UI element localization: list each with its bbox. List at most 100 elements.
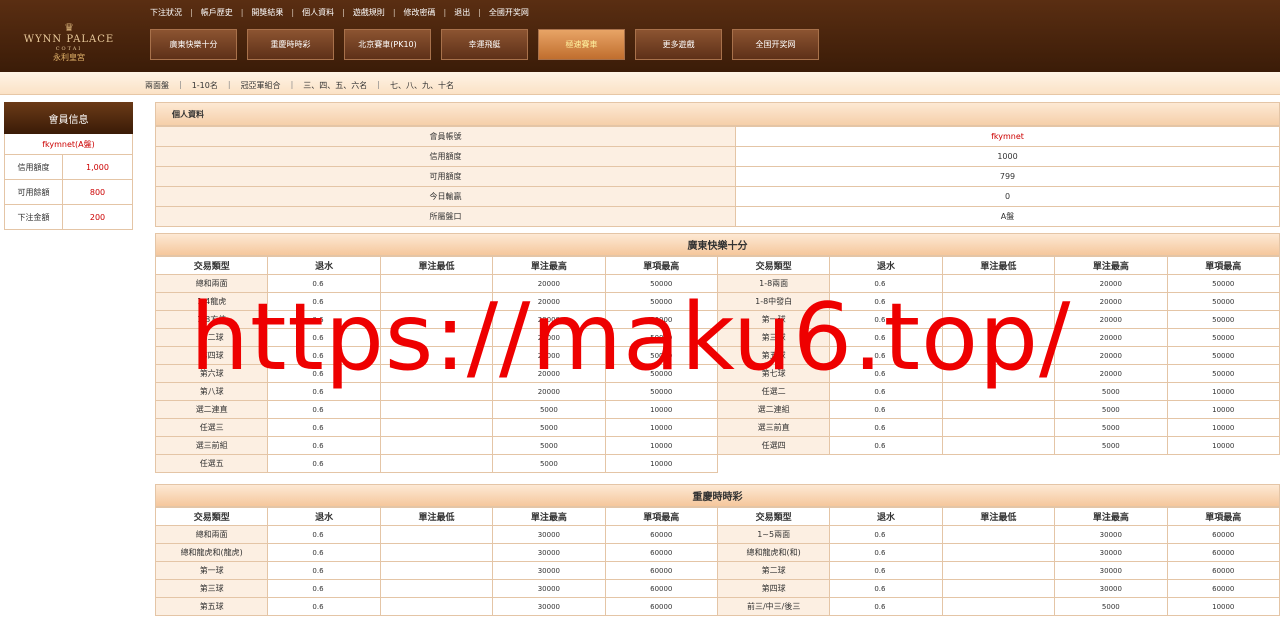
separator: | <box>342 7 345 17</box>
limit-cell: 60000 <box>604 543 718 562</box>
column-header: 退水 <box>267 256 381 275</box>
sub-nav-link[interactable]: 冠亞軍組合 <box>241 80 281 91</box>
limit-cell: 0.6 <box>829 436 943 455</box>
limit-cell: 50000 <box>1166 274 1280 293</box>
odds-row: 總和龍虎和(龍虎) 0.6 30000 60000 總和龍虎和(和) 0.6 30000 60… <box>154 543 1280 562</box>
game-nav-button[interactable]: 更多遊戲 <box>635 29 722 60</box>
profile-row: 信用額度 1000 <box>155 146 1280 167</box>
odds-row: 選三前組 0.6 5000 10000 任選四 0.6 5000 10000 <box>154 436 1280 455</box>
bet-type-cell: 前三/中三/後三 <box>716 597 831 616</box>
bet-type-cell: 選三前組 <box>154 436 269 455</box>
sub-nav-link[interactable]: 1-10名 <box>192 80 218 91</box>
limit-cell <box>379 543 494 562</box>
column-header: 單注最低 <box>379 507 494 526</box>
game-nav-button[interactable]: 北京賽車(PK10) <box>344 29 431 60</box>
limit-cell: 0.6 <box>267 579 381 598</box>
limit-cell: 20000 <box>1054 310 1168 329</box>
member-info-row: 可用餘額 800 <box>4 180 133 205</box>
limit-cell <box>379 525 494 544</box>
limit-cell: 0.6 <box>829 579 943 598</box>
odds-row: 總和兩面 0.6 30000 60000 1~5兩面 0.6 30000 60000 <box>154 525 1280 544</box>
odds-row: 第三球 0.6 30000 60000 第四球 0.6 30000 60000 <box>154 579 1280 598</box>
limit-cell: 30000 <box>1054 525 1168 544</box>
profile-value: 799 <box>735 166 1280 187</box>
limit-cell <box>941 597 1056 616</box>
top-link[interactable]: 修改密碼 <box>404 7 436 18</box>
limit-cell <box>941 418 1056 437</box>
separator: | <box>290 80 294 89</box>
member-info-title: 會員信息 <box>4 102 133 134</box>
limit-cell: 5000 <box>1054 418 1168 437</box>
limit-cell: 30000 <box>492 561 606 580</box>
limit-cell: 30000 <box>492 543 606 562</box>
limit-cell: 10000 <box>1166 597 1280 616</box>
bet-type-cell: 總和龍虎和(龍虎) <box>154 543 269 562</box>
game-nav-button[interactable]: 全国开奖网 <box>732 29 819 60</box>
limit-cell: 0.6 <box>267 597 381 616</box>
profile-value: fkymnet <box>735 126 1280 147</box>
profile-value: 1000 <box>735 146 1280 167</box>
top-link[interactable]: 帳戶歷史 <box>201 7 233 18</box>
profile-row: 所屬盤口 A盤 <box>155 206 1280 227</box>
limit-cell: 5000 <box>1054 597 1168 616</box>
limit-cell <box>379 418 494 437</box>
separator: | <box>190 7 193 17</box>
column-header: 交易類型 <box>716 507 831 526</box>
logo-subname: COTAI <box>55 46 83 52</box>
separator: | <box>392 7 396 17</box>
top-link[interactable]: 退出 <box>454 7 470 18</box>
header: 下注狀況 | 帳戶歷史 | 開獎結果 | 個人資料 | 遊戲規則 | 修改密碼 | 退出 | 全國开奖网 ♛… <box>0 0 1280 72</box>
top-link[interactable]: 下注狀況 <box>150 7 182 18</box>
limit-cell <box>379 579 494 598</box>
odds-table-title: 廣東快樂十分 <box>155 233 1280 256</box>
limit-cell: 30000 <box>1054 543 1168 562</box>
profile-row: 今日輸贏 0 <box>155 186 1280 207</box>
limit-cell: 50000 <box>1166 328 1280 347</box>
limit-cell: 60000 <box>1166 543 1280 562</box>
limit-cell: 5000 <box>492 400 606 419</box>
top-link[interactable]: 遊戲規則 <box>353 7 385 18</box>
sub-nav: 兩面盤 | 1-10名 | 冠亞軍組合 | 三、四、五、六名 | 七、八、九、十名 <box>0 72 1280 95</box>
sub-nav-link[interactable]: 三、四、五、六名 <box>303 80 367 91</box>
top-link[interactable]: 全國开奖网 <box>489 7 529 18</box>
limit-cell: 10000 <box>1166 436 1280 455</box>
profile-label: 會員帳號 <box>155 126 736 147</box>
game-nav-button[interactable]: 幸運飛艇 <box>441 29 528 60</box>
limit-cell: 60000 <box>604 525 718 544</box>
limit-cell: 0.6 <box>829 561 943 580</box>
separator: | <box>240 7 244 17</box>
limit-cell: 10000 <box>604 400 718 419</box>
bet-type-cell: 第四球 <box>716 579 831 598</box>
sub-nav-link[interactable]: 七、八、九、十名 <box>390 80 454 91</box>
column-header: 單注最高 <box>492 507 606 526</box>
member-info-value: 800 <box>89 187 106 197</box>
top-link[interactable]: 開獎結果 <box>251 7 283 18</box>
limit-cell: 5000 <box>492 436 606 455</box>
game-nav-button[interactable]: 重慶時時彩 <box>247 29 334 60</box>
separator: | <box>291 7 295 17</box>
column-header: 單注最低 <box>941 256 1056 275</box>
top-link[interactable]: 個人資料 <box>302 7 334 18</box>
limit-cell: 50000 <box>1166 310 1280 329</box>
bet-type-cell: 1~5兩面 <box>716 525 831 544</box>
limit-cell: 60000 <box>604 561 718 580</box>
separator: | <box>377 80 380 89</box>
limit-cell: 10000 <box>604 418 718 437</box>
limit-cell <box>941 400 1056 419</box>
member-account: fkymnet(A盤) <box>4 134 133 155</box>
limit-cell <box>941 543 1056 562</box>
sub-nav-link[interactable]: 兩面盤 <box>145 80 169 91</box>
column-header: 單項最高 <box>1166 256 1280 275</box>
odds-row: 任選三 0.6 5000 10000 選三前直 0.6 5000 10000 <box>154 418 1280 437</box>
separator: | <box>443 7 447 17</box>
limit-cell: 0.6 <box>829 525 943 544</box>
limit-cell: 50000 <box>1166 346 1280 365</box>
limit-cell: 10000 <box>1166 382 1280 401</box>
game-nav-button[interactable]: 極速賽車 <box>538 29 625 60</box>
limit-cell: 10000 <box>1166 400 1280 419</box>
limit-cell: 0.6 <box>829 418 943 437</box>
profile-row: 會員帳號 fkymnet <box>155 126 1280 147</box>
limit-cell: 50000 <box>1166 364 1280 383</box>
column-header: 單注最高 <box>1054 256 1168 275</box>
game-nav-button[interactable]: 廣東快樂十分 <box>150 29 237 60</box>
